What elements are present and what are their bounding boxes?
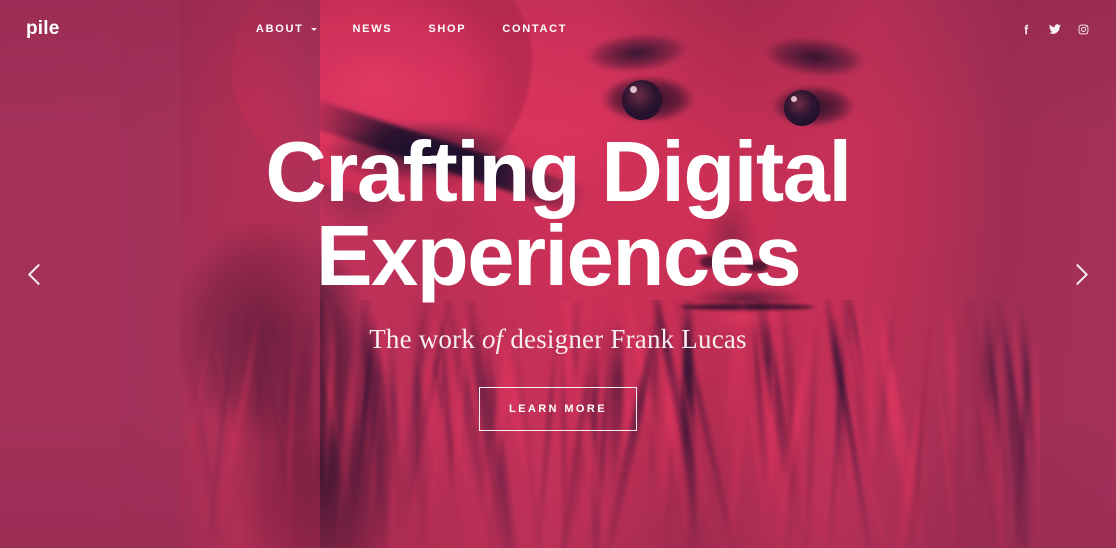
hero-subtitle-italic: of [481, 323, 504, 354]
hero-slider: pile ABOUT NEWS SHOP CONTACT Crafting Di… [0, 0, 1116, 548]
site-header: pile ABOUT NEWS SHOP CONTACT [0, 0, 1116, 58]
chevron-left-icon [27, 263, 50, 285]
twitter-icon[interactable] [1048, 22, 1062, 36]
main-navigation: ABOUT NEWS SHOP CONTACT [256, 23, 627, 35]
learn-more-button[interactable]: LEARN MORE [479, 386, 637, 431]
social-links [1020, 22, 1090, 36]
chevron-down-icon [310, 28, 317, 31]
slider-next-button[interactable] [1058, 252, 1102, 296]
chevron-right-icon [1066, 263, 1089, 285]
nav-item-news[interactable]: NEWS [353, 23, 393, 35]
facebook-icon[interactable] [1020, 23, 1033, 36]
nav-item-contact[interactable]: CONTACT [502, 23, 567, 35]
nav-item-label: SHOP [428, 23, 467, 35]
nav-item-label: CONTACT [502, 23, 568, 35]
hero-subtitle: The work of designer Frank Lucas [369, 324, 747, 355]
hero-content: Crafting Digital Experiences The work of… [0, 0, 1116, 548]
hero-title-line-2: Experiences [315, 208, 802, 304]
hero-subtitle-before: The work [369, 323, 482, 354]
instagram-icon[interactable] [1077, 23, 1090, 36]
hero-title-line-1: Crafting Digital [265, 125, 852, 221]
slider-prev-button[interactable] [14, 252, 58, 296]
site-logo[interactable]: pile [26, 18, 60, 40]
nav-item-about[interactable]: ABOUT [256, 23, 317, 35]
hero-title: Crafting Digital Experiences [265, 130, 852, 298]
hero-subtitle-after: designer Frank Lucas [503, 323, 747, 354]
nav-item-label: ABOUT [255, 23, 304, 35]
nav-item-shop[interactable]: SHOP [428, 23, 466, 35]
nav-item-label: NEWS [352, 23, 393, 35]
